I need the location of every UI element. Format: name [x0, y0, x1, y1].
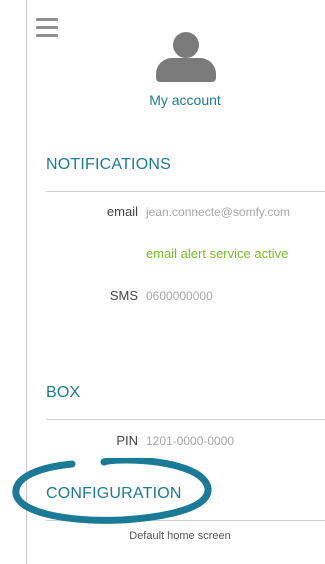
email-field[interactable]: jean.connecte@somfy.com	[146, 205, 290, 219]
default-home-screen-label[interactable]: Default home screen	[80, 530, 280, 542]
notifications-section-title: NOTIFICATIONS	[46, 156, 171, 173]
pin-field[interactable]: 1201-0000-0000	[146, 434, 234, 448]
box-divider	[46, 419, 325, 420]
email-alert-status: email alert service active	[146, 246, 289, 261]
user-avatar-icon	[156, 32, 216, 82]
left-frame-border	[26, 0, 27, 564]
pin-label: PIN	[116, 433, 138, 448]
box-section-title: BOX	[46, 384, 81, 401]
notifications-divider	[46, 191, 325, 192]
configuration-divider	[46, 520, 325, 521]
configuration-section-title[interactable]: CONFIGURATION	[46, 485, 182, 503]
hamburger-menu-icon[interactable]	[36, 18, 58, 38]
sms-label: SMS	[109, 288, 138, 303]
email-label: email	[106, 204, 138, 219]
account-title: My account	[149, 92, 221, 108]
sms-field[interactable]: 0600000000	[146, 289, 213, 303]
